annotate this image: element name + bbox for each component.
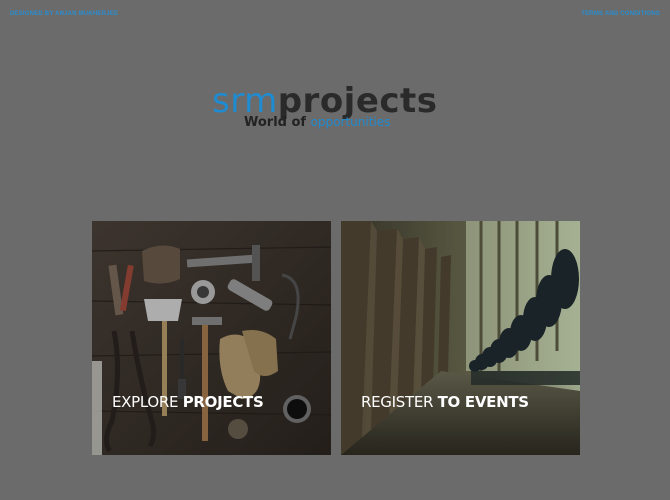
explore-label-bold: PROJECTS	[182, 393, 264, 411]
logo-tagline: World of opportunities	[244, 115, 390, 130]
tools-image	[92, 221, 331, 455]
explore-projects-label: EXPLORE PROJECTS	[112, 393, 264, 411]
register-events-label: REGISTER TO EVENTS	[361, 393, 529, 411]
srm-projects-logo: srmprojects World of opportunities	[212, 82, 458, 134]
explore-projects-card[interactable]: EXPLORE PROJECTS	[92, 221, 331, 455]
designer-credit-link[interactable]: DESIGNED BY ANJAN MUKHERJEE	[10, 11, 118, 17]
explore-label-light: EXPLORE	[112, 393, 179, 411]
register-label-light: REGISTER	[361, 393, 434, 411]
terms-and-conditions-link[interactable]: TERMS AND CONDITIONS	[581, 11, 660, 17]
tagline-highlight: opportunities	[310, 115, 391, 129]
tagline-plain: World of	[244, 115, 307, 130]
register-label-bold: TO EVENTS	[437, 393, 530, 411]
register-events-card[interactable]: REGISTER TO EVENTS	[341, 221, 580, 455]
auditorium-image	[341, 221, 580, 455]
